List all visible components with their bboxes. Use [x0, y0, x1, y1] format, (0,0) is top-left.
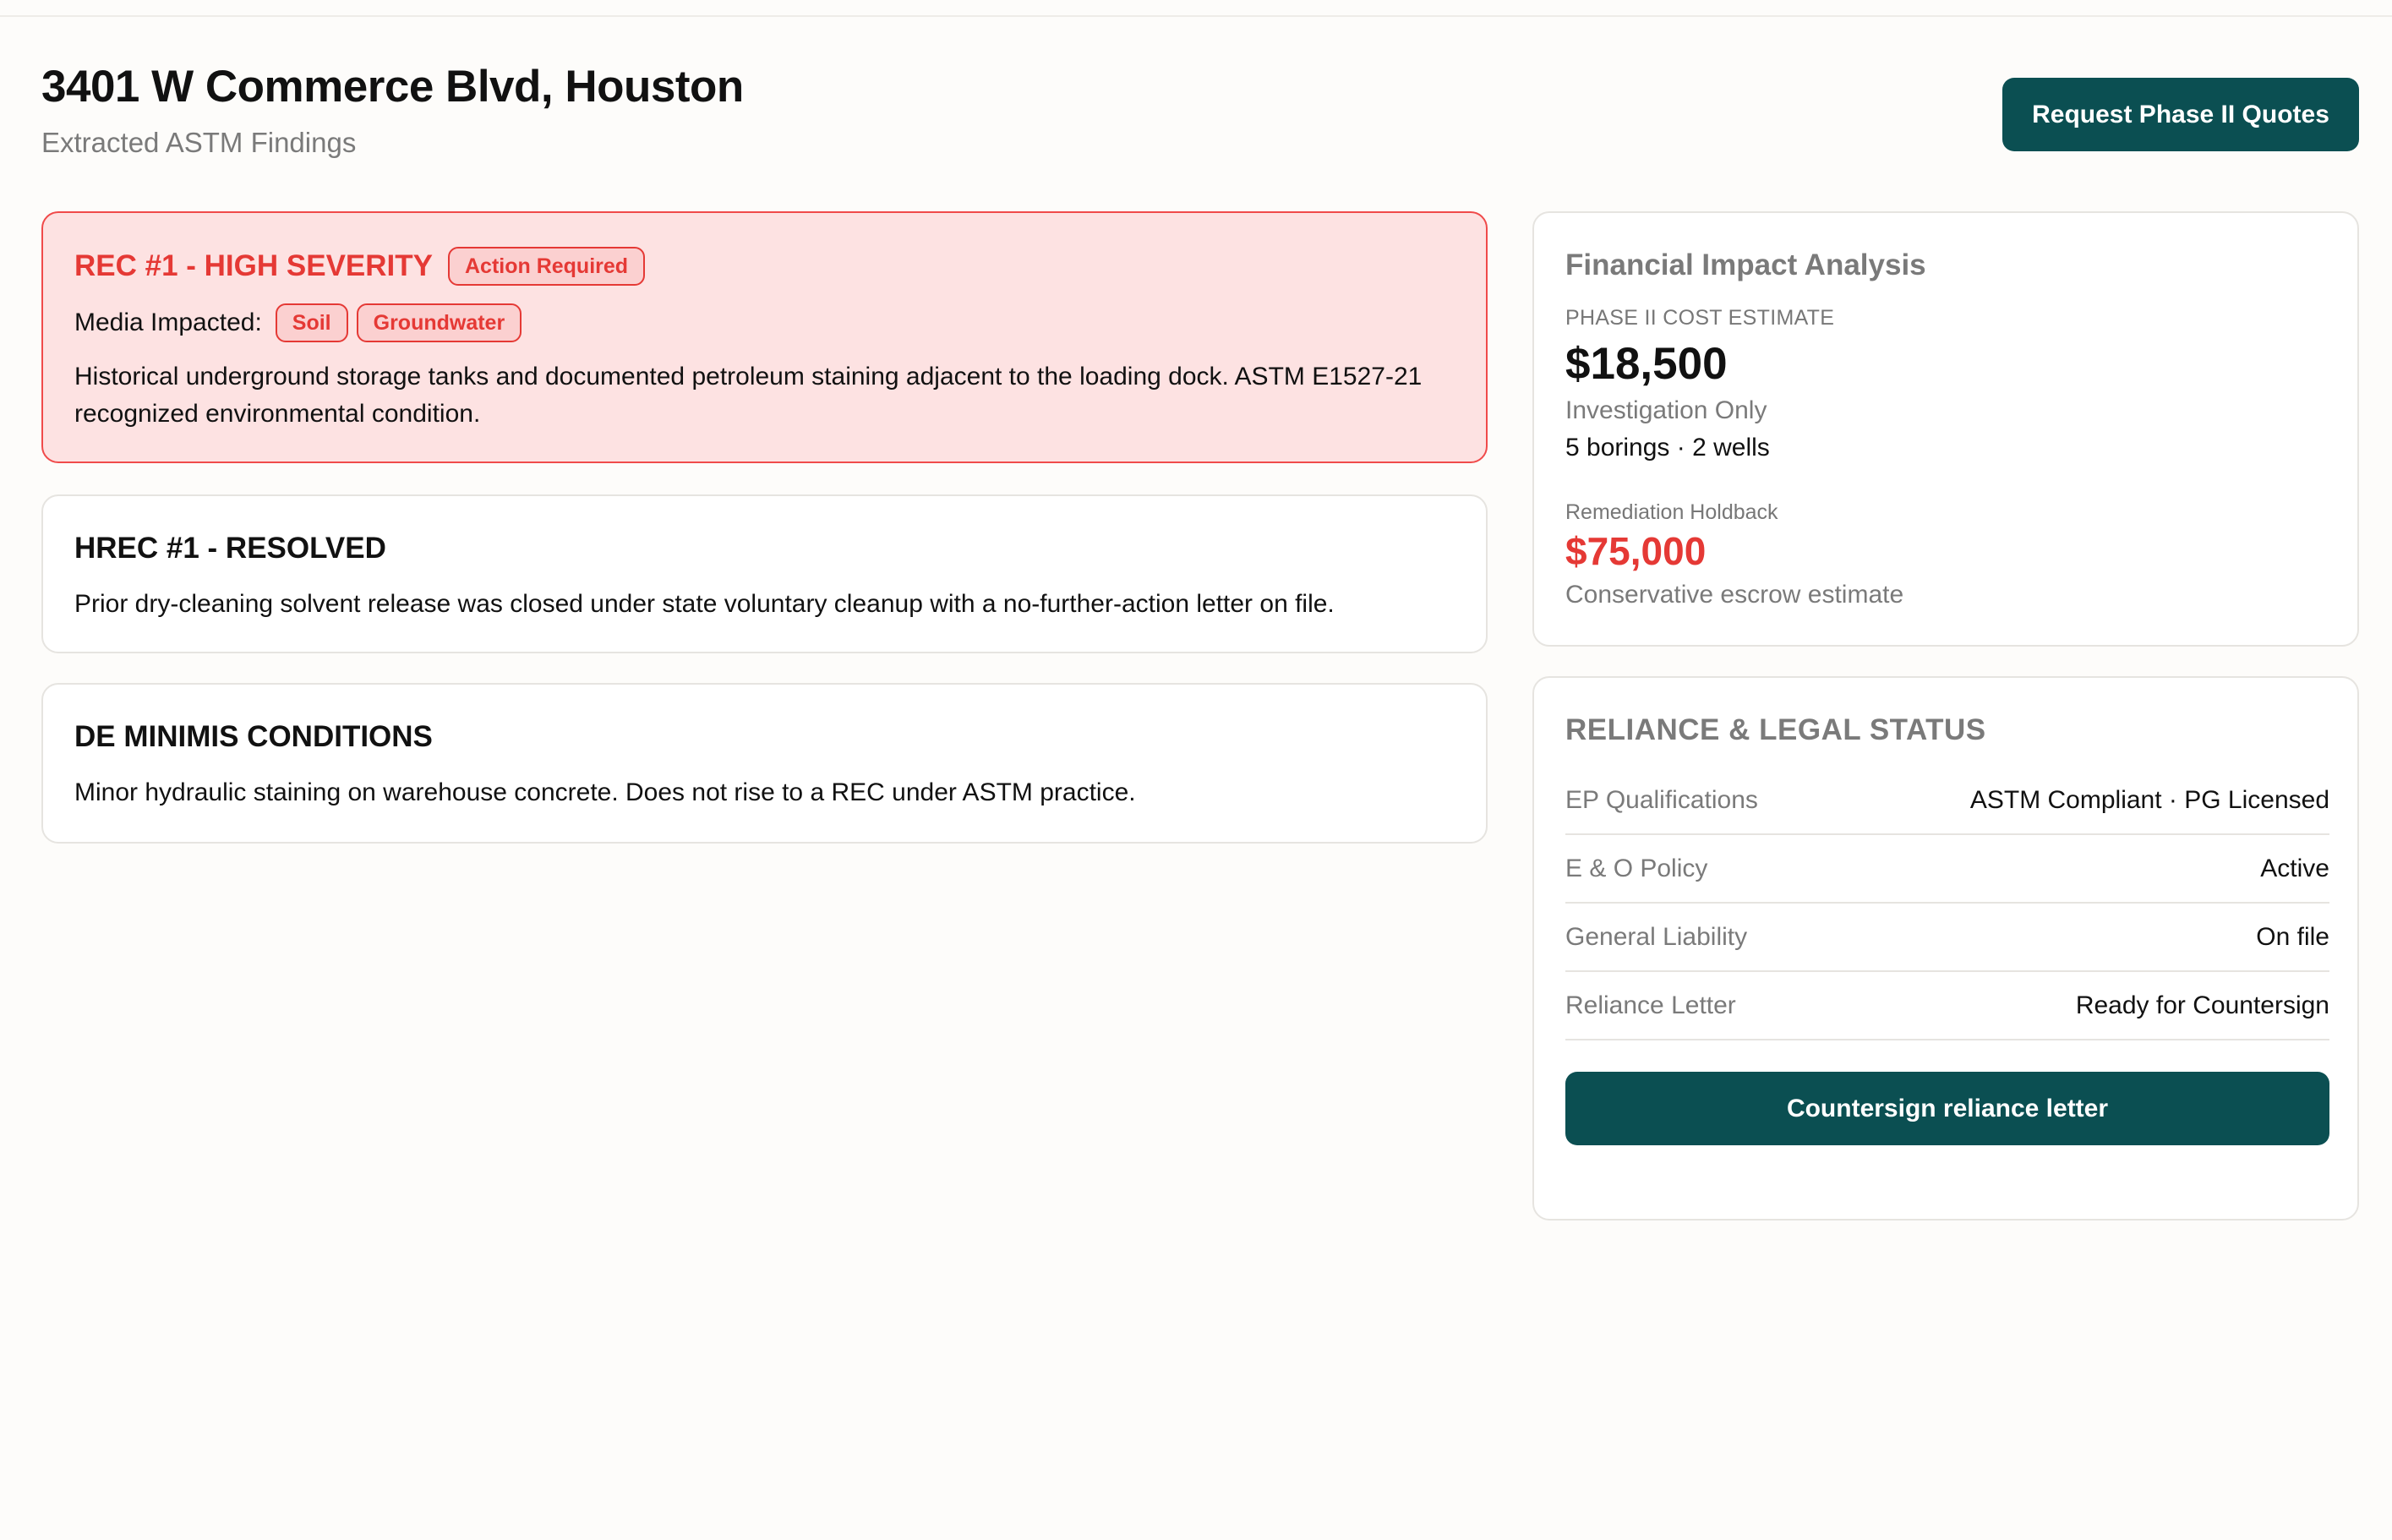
rec-heading: REC #1 - HIGH SEVERITY Action Required	[74, 247, 646, 286]
reliance-legal-card: RELIANCE & LEGAL STATUS EP Qualification…	[1532, 676, 2359, 1221]
remediation-holdback-note: Conservative escrow estimate	[1565, 581, 1904, 609]
page-header: 3401 W Commerce Blvd, Houston Extracted …	[41, 61, 2359, 171]
legal-row-value: ASTM Compliant · PG Licensed	[1969, 785, 2329, 814]
legal-row-label: E & O Policy	[1565, 854, 1708, 882]
rec-title: REC #1 - HIGH SEVERITY	[74, 249, 433, 282]
legal-row-ep-qualifications: EP Qualifications ASTM Compliant · PG Li…	[1565, 767, 2329, 835]
legal-row-label: Reliance Letter	[1565, 991, 1736, 1019]
hrec-finding-card: HREC #1 - RESOLVED Prior dry-cleaning so…	[41, 494, 1488, 653]
hrec-description: Prior dry-cleaning solvent release was c…	[74, 590, 1335, 618]
legal-row-label: EP Qualifications	[1565, 785, 1758, 814]
remediation-holdback-amount: $75,000	[1565, 529, 1707, 573]
legal-row-eo-policy: E & O Policy Active	[1565, 835, 2329, 904]
legal-row-general-liability: General Liability On file	[1565, 904, 2329, 972]
legal-row-value: Ready for Countersign	[2075, 991, 2329, 1019]
phase-ii-estimate-scope: Investigation Only	[1565, 396, 1767, 424]
page-subtitle: Extracted ASTM Findings	[41, 127, 357, 158]
phase-ii-estimate-label: PHASE II COST ESTIMATE	[1565, 306, 1835, 330]
reliance-legal-title: RELIANCE & LEGAL STATUS	[1565, 713, 1986, 746]
media-tag-groundwater: Groundwater	[356, 303, 522, 342]
remediation-holdback-label: Remediation Holdback	[1565, 500, 1778, 524]
financial-impact-card: Financial Impact Analysis PHASE II COST …	[1532, 211, 2359, 647]
phase-ii-estimate-detail: 5 borings · 2 wells	[1565, 434, 1770, 461]
legal-status-list: EP Qualifications ASTM Compliant · PG Li…	[1565, 767, 2329, 1040]
legal-row-label: General Liability	[1565, 922, 1748, 951]
hrec-title: HREC #1 - RESOLVED	[74, 532, 386, 565]
legal-row-value: Active	[2260, 854, 2329, 882]
de-minimis-card: DE MINIMIS CONDITIONS Minor hydraulic st…	[41, 683, 1488, 844]
page: 3401 W Commerce Blvd, Houston Extracted …	[41, 0, 2359, 1540]
rec-finding-card: REC #1 - HIGH SEVERITY Action Required M…	[41, 211, 1488, 463]
media-tag-soil: Soil	[275, 303, 348, 342]
financial-impact-title: Financial Impact Analysis	[1565, 248, 1926, 281]
media-impacted-label: Media Impacted:	[74, 309, 262, 336]
phase-ii-estimate-amount: $18,500	[1565, 339, 1728, 389]
de-minimis-title: DE MINIMIS CONDITIONS	[74, 720, 433, 753]
request-phase-ii-quotes-button[interactable]: Request Phase II Quotes	[2002, 78, 2359, 151]
action-required-badge: Action Required	[447, 247, 646, 286]
legal-row-value: On file	[2256, 922, 2329, 951]
media-impacted-row: Media Impacted: Soil Groundwater	[74, 303, 522, 342]
rec-description: Historical underground storage tanks and…	[74, 363, 1423, 428]
de-minimis-description: Minor hydraulic staining on warehouse co…	[74, 778, 1136, 806]
countersign-reliance-letter-button[interactable]: Countersign reliance letter	[1565, 1072, 2329, 1145]
page-title: 3401 W Commerce Blvd, Houston	[41, 62, 744, 112]
legal-row-reliance-letter: Reliance Letter Ready for Countersign	[1565, 972, 2329, 1040]
